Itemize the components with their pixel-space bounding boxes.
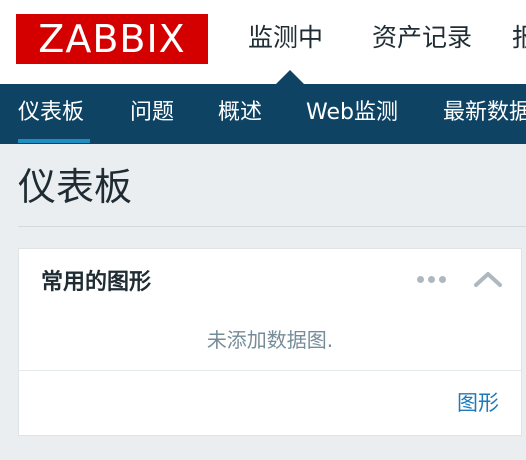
main-nav-item-monitoring[interactable]: 监测中 <box>248 20 323 56</box>
widget-title: 常用的图形 <box>41 270 152 295</box>
top-header: ZABBIX 监测中 资产记录 报 <box>0 0 526 84</box>
main-nav-item-inventory[interactable]: 资产记录 <box>372 20 472 56</box>
dot <box>417 276 424 283</box>
sub-nav-item-problems[interactable]: 问题 <box>130 84 174 144</box>
page-title: 仪表板 <box>18 165 133 209</box>
sub-nav-item-overview[interactable]: 概述 <box>218 84 262 144</box>
dot <box>439 276 446 283</box>
sub-nav-item-dashboard[interactable]: 仪表板 <box>18 84 84 144</box>
favorite-graphs-widget: 常用的图形 未添加数据图. 图形 <box>18 248 522 436</box>
widget-footer-divider <box>19 370 521 371</box>
title-divider <box>18 226 526 227</box>
collapse-chevron-up-icon[interactable] <box>471 265 505 293</box>
zabbix-logo[interactable]: ZABBIX <box>16 14 208 64</box>
active-tab-indicator <box>18 139 90 143</box>
empty-state-message: 未添加数据图. <box>206 328 334 352</box>
dot <box>428 276 435 283</box>
more-options-icon[interactable] <box>417 265 451 293</box>
graphs-link[interactable]: 图形 <box>457 388 499 418</box>
sub-nav-item-latest-data[interactable]: 最新数据 <box>443 84 526 144</box>
chevron-up-icon <box>474 272 502 287</box>
main-nav-item-reports[interactable]: 报 <box>512 20 526 56</box>
sub-nav-item-web[interactable]: Web监测 <box>306 84 398 144</box>
active-menu-caret-icon <box>276 70 304 84</box>
sub-nav: 仪表板 问题 概述 Web监测 最新数据 <box>0 84 526 144</box>
